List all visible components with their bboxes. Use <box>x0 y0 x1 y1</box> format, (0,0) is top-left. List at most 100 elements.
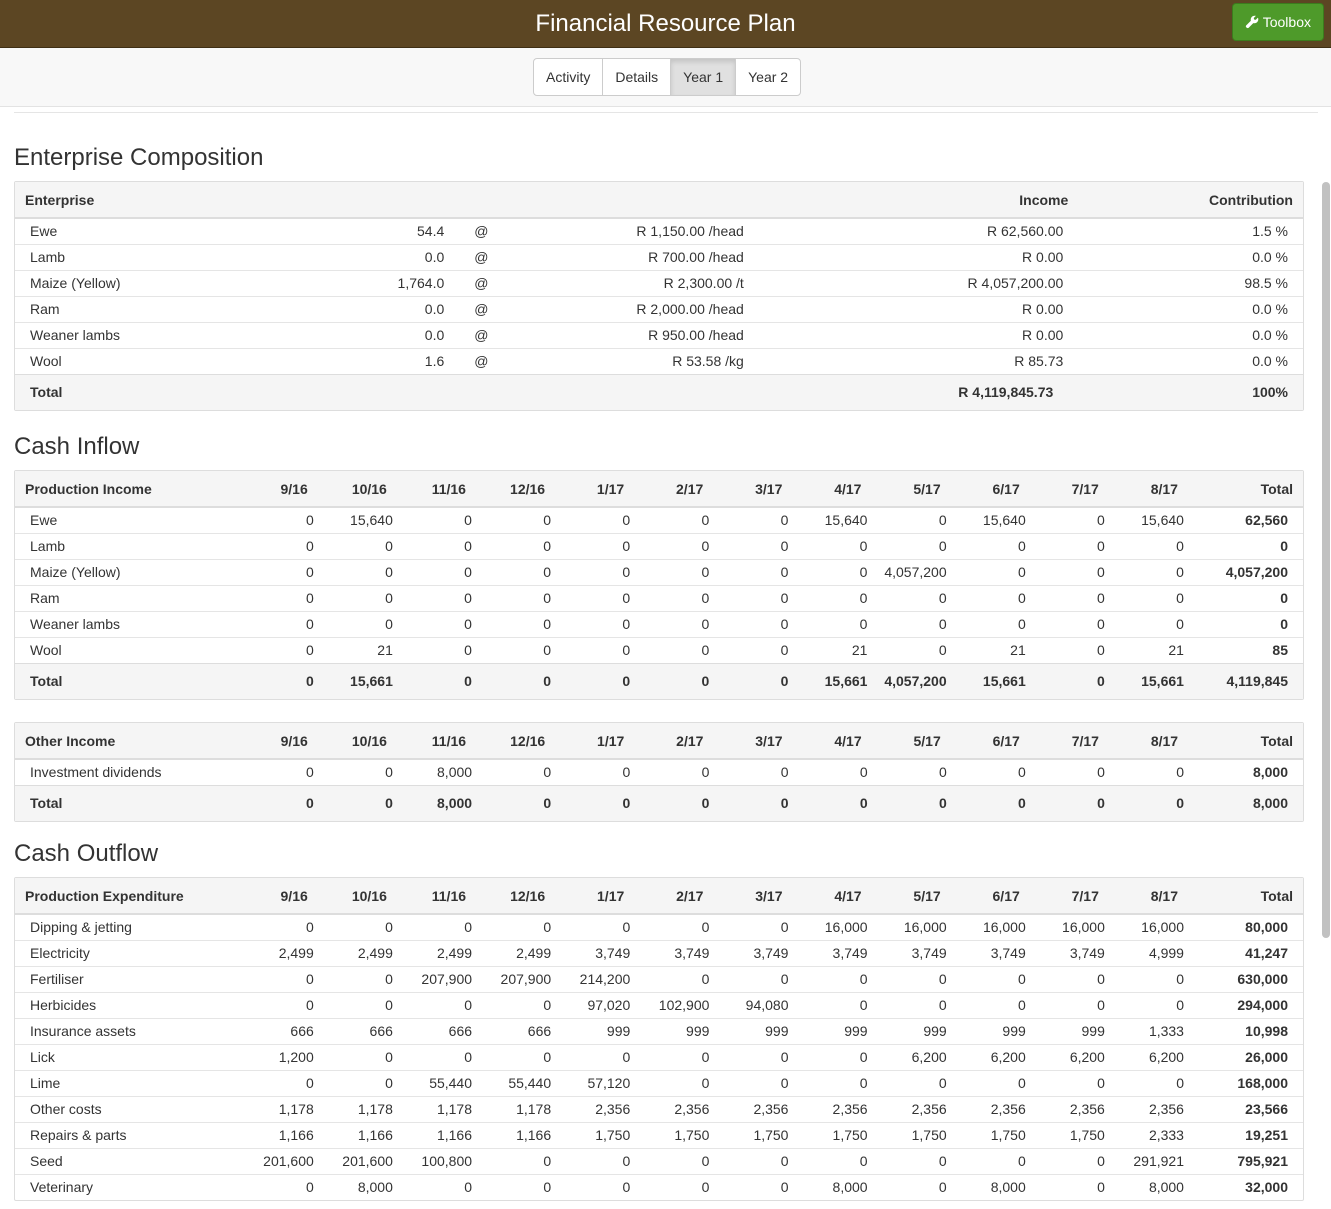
month-value: 0 <box>238 965 318 992</box>
month-header: 9/16 <box>238 878 318 915</box>
cash-outflow-heading: Cash Outflow <box>14 840 159 867</box>
table-row: Weaner lambs 0 0 0 0 0 0 0 0 0 0 0 0 0 <box>15 610 1303 637</box>
month-value: 3,749 <box>950 939 1030 966</box>
month-value: 999 <box>634 1017 714 1044</box>
enterprise-income: R 0.00 <box>758 295 1079 322</box>
tab-year-2[interactable]: Year 2 <box>736 59 800 95</box>
month-header: 1/17 <box>555 723 635 760</box>
month-value: 0 <box>1029 558 1109 585</box>
month-value: 0 <box>713 532 793 559</box>
tab-bar: Activity Details Year 1 Year 2 <box>0 48 1331 107</box>
total-header: Total <box>1187 471 1303 508</box>
header-row: Production Expenditure 9/16 10/16 11/16 12/1… <box>15 878 1303 915</box>
row-label: Lick <box>15 1043 239 1070</box>
month-value: 0 <box>1108 532 1188 559</box>
row-total: 4,057,200 <box>1187 558 1303 585</box>
row-total: 62,560 <box>1187 506 1303 533</box>
row-total: 0 <box>1187 532 1303 559</box>
month-total: 15,661 <box>950 662 1030 699</box>
table-row: Insurance assets 666 666 666 666 999 999 999 999… <box>15 1017 1303 1044</box>
month-value: 0 <box>238 610 318 637</box>
month-value: 3,749 <box>1029 939 1109 966</box>
production-income-table: Production Income 9/16 10/16 11/16 12/16 1/17… <box>15 471 1303 699</box>
grand-total: 4,119,845 <box>1187 662 1303 699</box>
top-bar: Financial Resource Plan Toolbox <box>0 0 1331 48</box>
month-value: 0 <box>950 1147 1030 1174</box>
month-value: 0 <box>1029 1069 1109 1096</box>
tab-year-1[interactable]: Year 1 <box>671 59 737 95</box>
total-label: Total <box>15 662 239 699</box>
month-value: 0 <box>396 506 476 533</box>
month-value: 1,166 <box>238 1121 318 1148</box>
month-header: 8/17 <box>1108 471 1188 508</box>
month-value: 1,178 <box>396 1095 477 1122</box>
month-value: 0 <box>792 558 872 585</box>
month-header: 11/16 <box>396 471 476 508</box>
month-total: 0 <box>634 784 714 821</box>
month-value: 0 <box>634 758 714 785</box>
month-value: 100,800 <box>396 1147 477 1174</box>
blank-cell <box>459 373 510 410</box>
month-value: 291,921 <box>1108 1147 1188 1174</box>
row-label: Lime <box>15 1069 239 1096</box>
month-value: 2,356 <box>555 1095 635 1122</box>
month-value: 0 <box>238 1069 318 1096</box>
month-value: 0 <box>871 1147 951 1174</box>
month-value: 15,640 <box>950 506 1030 533</box>
toolbox-button[interactable]: Toolbox <box>1231 3 1324 41</box>
month-total: 0 <box>317 784 397 821</box>
month-value: 0 <box>950 584 1030 611</box>
month-value: 0 <box>238 584 318 611</box>
at-symbol: @ <box>459 269 510 296</box>
month-value: 2,499 <box>238 939 318 966</box>
month-value: 0 <box>238 913 318 940</box>
row-total: 23,566 <box>1187 1095 1303 1122</box>
month-value: 0 <box>555 1043 635 1070</box>
row-label: Ewe <box>15 506 239 533</box>
month-value: 0 <box>634 558 714 585</box>
month-value: 0 <box>634 1069 714 1096</box>
month-value: 0 <box>238 1173 318 1200</box>
month-value: 1,200 <box>238 1043 318 1070</box>
month-header: 3/17 <box>713 723 793 760</box>
month-value: 999 <box>792 1017 872 1044</box>
month-total: 0 <box>476 784 556 821</box>
month-value: 2,499 <box>317 939 397 966</box>
month-total: 0 <box>634 662 714 699</box>
tab-activity[interactable]: Activity <box>534 59 604 95</box>
month-header: 2/17 <box>634 723 714 760</box>
month-value: 0 <box>1108 584 1188 611</box>
section-title: Production Expenditure <box>15 878 239 915</box>
month-value: 0 <box>1029 1173 1109 1200</box>
enterprise-contribution: 98.5 % <box>1078 269 1303 296</box>
month-value: 0 <box>396 532 476 559</box>
month-value: 0 <box>1108 965 1188 992</box>
month-value: 2,356 <box>634 1095 714 1122</box>
month-header: 10/16 <box>317 723 397 760</box>
section-title: Other Income <box>15 723 239 760</box>
enterprise-price: R 700.00 /head <box>509 243 759 270</box>
scrollbar-thumb[interactable] <box>1322 182 1330 938</box>
month-total: 0 <box>238 662 318 699</box>
row-total: 8,000 <box>1188 758 1303 785</box>
month-value: 0 <box>634 965 714 992</box>
tab-details[interactable]: Details <box>603 59 672 95</box>
month-value: 2,356 <box>1108 1095 1188 1122</box>
month-value: 201,600 <box>317 1147 397 1174</box>
row-label: Weaner lambs <box>15 610 239 637</box>
month-value: 0 <box>871 506 951 533</box>
enterprise-table: Enterprise Income Contribution Ewe 54.4 @ R… <box>15 182 1303 410</box>
enterprise-quantity: 0.0 <box>264 243 460 270</box>
at-symbol: @ <box>459 217 510 244</box>
month-value: 0 <box>713 1173 793 1200</box>
enterprise-contribution: 0.0 % <box>1078 243 1303 270</box>
month-value: 0 <box>950 558 1030 585</box>
month-header: 1/17 <box>555 471 635 508</box>
row-label: Maize (Yellow) <box>15 558 239 585</box>
month-value: 0 <box>950 991 1030 1018</box>
month-value: 0 <box>317 758 397 785</box>
month-value: 102,900 <box>634 991 714 1018</box>
enterprise-income: R 85.73 <box>758 347 1079 374</box>
month-header: 8/17 <box>1108 878 1188 915</box>
month-value: 1,178 <box>317 1095 397 1122</box>
